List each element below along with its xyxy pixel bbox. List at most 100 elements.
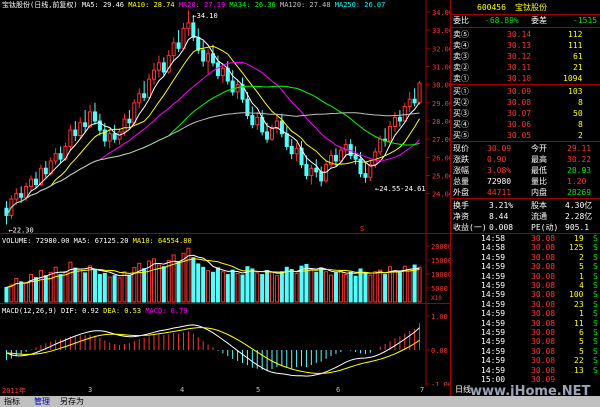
- candle-body-64[interactable]: [319, 171, 324, 182]
- candle-body-27[interactable]: [137, 93, 142, 104]
- indicator-button[interactable]: 指标: [4, 396, 20, 407]
- volume-bar-28[interactable]: [142, 268, 147, 303]
- volume-bar-64[interactable]: [319, 267, 324, 303]
- volume-bar-46[interactable]: [230, 269, 235, 303]
- candle-body-57[interactable]: [284, 133, 289, 147]
- volume-bar-11[interactable]: [58, 274, 63, 303]
- volume-bar-47[interactable]: [235, 272, 240, 303]
- candle-body-82[interactable]: [407, 98, 412, 107]
- volume-bar-7[interactable]: [38, 270, 43, 303]
- volume-bar-69[interactable]: [343, 274, 348, 303]
- volume-bar-80[interactable]: [397, 272, 402, 303]
- manage-button[interactable]: 管理: [34, 396, 50, 407]
- candle-body-5[interactable]: [29, 178, 34, 187]
- candle-body-54[interactable]: [269, 127, 275, 140]
- candle-body-50[interactable]: [250, 115, 255, 126]
- volume-bar-24[interactable]: [122, 271, 127, 303]
- volume-bar-48[interactable]: [240, 274, 245, 303]
- candle-body-53[interactable]: [265, 131, 270, 140]
- volume-bar-73[interactable]: [363, 272, 368, 303]
- volume-bar-16[interactable]: [83, 272, 88, 303]
- candle-body-43[interactable]: [215, 62, 220, 77]
- volume-bar-51[interactable]: [255, 272, 260, 303]
- volume-bar-63[interactable]: [314, 271, 319, 303]
- candle-body-68[interactable]: [338, 149, 343, 162]
- volume-bar-56[interactable]: [279, 271, 284, 303]
- volume-bar-21[interactable]: [107, 276, 112, 303]
- volume-bar-20[interactable]: [102, 272, 107, 303]
- candle-body-84[interactable]: [417, 82, 422, 104]
- volume-bar-27[interactable]: [137, 262, 142, 303]
- candlestick-chart[interactable]: 24.00 25.00 26.00 27.00 28.00 29.00 30.00 31.00…: [0, 0, 450, 234]
- candle-body-59[interactable]: [294, 147, 299, 155]
- volume-bar-57[interactable]: [284, 266, 289, 303]
- candle-body-38[interactable]: [191, 22, 196, 38]
- volume-bar-32[interactable]: [161, 266, 166, 303]
- candle-body-35[interactable]: [176, 42, 181, 49]
- volume-bar-39[interactable]: [196, 263, 201, 303]
- volume-bar-30[interactable]: [151, 258, 157, 303]
- candle-body-28[interactable]: [142, 93, 147, 98]
- volume-bar-36[interactable]: [181, 252, 186, 303]
- candle-body-17[interactable]: [88, 111, 93, 127]
- candle-body-41[interactable]: [206, 53, 211, 62]
- candle-body-67[interactable]: [333, 155, 338, 162]
- volume-bar-2[interactable]: [14, 277, 19, 303]
- candle-body-16[interactable]: [83, 122, 88, 127]
- volume-bar-77[interactable]: [383, 274, 388, 303]
- candle-body-78[interactable]: [388, 125, 393, 142]
- volume-bar-45[interactable]: [225, 274, 230, 303]
- volume-bar-62[interactable]: [309, 268, 314, 303]
- candle-body-73[interactable]: [363, 173, 368, 178]
- candle-body-11[interactable]: [58, 153, 63, 160]
- candle-body-6[interactable]: [33, 178, 38, 186]
- volume-bar-40[interactable]: [201, 266, 206, 303]
- volume-bar-44[interactable]: [220, 271, 225, 303]
- volume-bar-12[interactable]: [63, 270, 68, 303]
- volume-bar-53[interactable]: [265, 270, 270, 303]
- volume-bar-3[interactable]: [19, 281, 24, 303]
- candle-body-61[interactable]: [304, 164, 309, 177]
- volume-bar-35[interactable]: [176, 261, 181, 303]
- volume-bar-54[interactable]: [269, 271, 275, 303]
- volume-bar-4[interactable]: [24, 282, 29, 303]
- volume-bar-31[interactable]: [156, 264, 161, 303]
- volume-bar-15[interactable]: [78, 268, 83, 303]
- volume-bar-74[interactable]: [368, 274, 373, 303]
- volume-bar-0[interactable]: [4, 286, 9, 303]
- candle-body-15[interactable]: [78, 122, 83, 137]
- candle-body-31[interactable]: [156, 62, 161, 71]
- volume-bar-84[interactable]: [417, 266, 422, 303]
- macd-pane[interactable]: MACD(12,26,9) DIF: 0.92 DEA: 0.53 MACD: …: [0, 304, 450, 386]
- volume-bar-5[interactable]: [29, 274, 34, 303]
- candle-body-25[interactable]: [127, 118, 132, 124]
- volume-bar-70[interactable]: [348, 271, 353, 303]
- volume-bar-55[interactable]: [274, 275, 279, 303]
- volume-bar-58[interactable]: [289, 269, 294, 303]
- candle-body-83[interactable]: [412, 98, 417, 104]
- volume-bar-25[interactable]: [127, 274, 132, 303]
- candle-body-21[interactable]: [107, 133, 112, 142]
- volume-bar-38[interactable]: [191, 257, 196, 303]
- candle-body-26[interactable]: [132, 102, 137, 124]
- candle-body-8[interactable]: [43, 167, 48, 175]
- candle-body-13[interactable]: [68, 129, 73, 147]
- save-as-button[interactable]: 另存为: [60, 396, 84, 407]
- price-pane[interactable]: 宝钛股份(日线,前复权) MA5: 29.46 MA10: 28.74 MA20…: [0, 0, 450, 234]
- candle-body-30[interactable]: [151, 69, 157, 80]
- candle-body-58[interactable]: [289, 145, 294, 155]
- volume-bar-9[interactable]: [48, 271, 53, 303]
- volume-bar-59[interactable]: [294, 272, 299, 303]
- volume-bar-67[interactable]: [333, 272, 338, 303]
- candle-body-71[interactable]: [353, 155, 358, 160]
- volume-bar-22[interactable]: [112, 275, 117, 303]
- volume-bar-65[interactable]: [324, 271, 329, 303]
- candle-body-2[interactable]: [14, 193, 19, 200]
- candle-body-75[interactable]: [373, 151, 378, 166]
- volume-bar-82[interactable]: [407, 269, 412, 303]
- candle-body-3[interactable]: [19, 193, 24, 198]
- candle-body-51[interactable]: [255, 116, 260, 126]
- candle-body-63[interactable]: [314, 167, 319, 173]
- candle-body-4[interactable]: [24, 185, 29, 198]
- volume-bar-50[interactable]: [250, 268, 255, 303]
